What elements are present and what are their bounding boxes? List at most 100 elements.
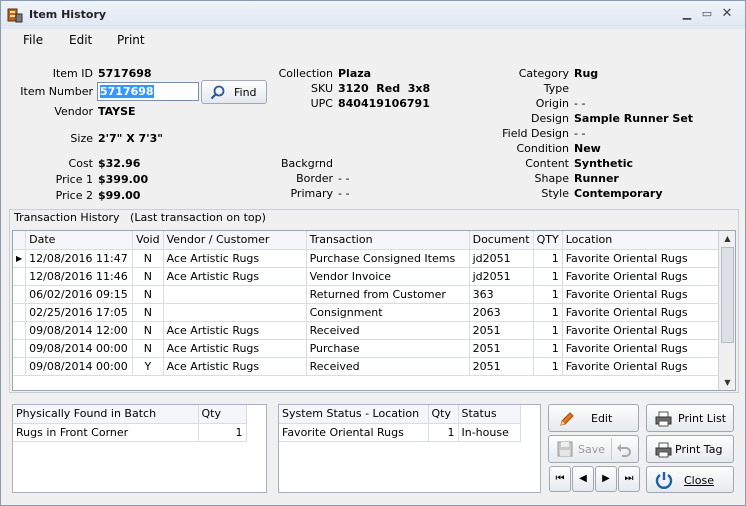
cell-void: N [132,321,164,340]
menu-file[interactable]: File [23,33,43,47]
save-button[interactable]: Save [548,435,639,463]
transaction-grid[interactable]: Date Void Vendor / Customer Transaction … [12,230,736,391]
column-header-location[interactable]: Location [562,231,729,250]
app-icon [7,8,23,23]
cell-transaction: Purchase [306,339,470,358]
column-header-transaction[interactable]: Transaction [306,231,470,250]
column-header-qty[interactable]: QTY [533,231,563,250]
table-row[interactable]: 09/08/2014 00:00 Y Ace Artistic Rugs Rec… [13,357,729,376]
cell-transaction: Vendor Invoice [306,267,470,286]
type-label: Type [543,82,569,95]
cell-qty: 1 [533,357,563,376]
content-value: Synthetic [574,157,634,170]
last-record-button[interactable]: ⏭ [618,466,640,492]
batch-panel[interactable]: Physically Found in Batch Qty Rugs in Fr… [12,404,267,493]
next-record-button[interactable]: ▶ [595,466,617,492]
cell-void: N [132,267,164,286]
cell-vendor-customer: Ace Artistic Rugs [163,321,307,340]
table-row[interactable]: 12/08/2016 11:46 N Ace Artistic Rugs Ven… [13,267,729,286]
floppy-disk-icon [557,441,573,457]
cell-date: 09/08/2014 00:00 [25,357,134,376]
column-header-system-location[interactable]: System Status - Location [279,405,429,424]
table-row[interactable]: Favorite Oriental Rugs 1 In-house [279,423,521,442]
cell-vendor-customer: Ace Artistic Rugs [163,339,307,358]
menu-edit[interactable]: Edit [69,33,92,47]
undo-icon [617,444,631,457]
cell-qty: 1 [533,321,563,340]
sku-value: 3120 Red 3x8 [338,82,431,95]
system-status-table: System Status - Location Qty Status Favo… [279,405,521,442]
table-row[interactable]: ▶ 12/08/2016 11:47 N Ace Artistic Rugs P… [13,249,729,268]
cell-qty: 1 [533,339,563,358]
cell-system-qty: 1 [428,423,459,442]
print-list-button-label: Print List [678,412,727,425]
item-number-selected-text: 5717698 [100,85,154,98]
cell-batch-qty: 1 [198,423,247,442]
table-row[interactable]: 06/02/2016 09:15 N Returned from Custome… [13,285,729,304]
first-record-button[interactable]: ⏮ [549,466,571,492]
table-row[interactable]: Rugs in Front Corner 1 [13,423,247,442]
maximize-icon: ▭ [701,7,713,20]
window-maximize-button[interactable]: ▭ [699,6,715,22]
last-icon: ⏭ [624,473,634,484]
cell-document: 2051 [469,339,534,358]
cell-transaction: Returned from Customer [306,285,470,304]
column-header-vendor-customer[interactable]: Vendor / Customer [163,231,307,250]
table-row[interactable]: 02/25/2016 17:05 N Consignment 2063 1 Fa… [13,303,729,322]
cell-void: N [132,303,164,322]
cell-vendor-customer [163,303,307,322]
scroll-up-button[interactable]: ▲ [720,231,735,246]
edit-button[interactable]: Edit [548,404,639,432]
next-icon: ▶ [602,473,610,484]
close-button[interactable]: Close [646,466,734,493]
system-status-panel[interactable]: System Status - Location Qty Status Favo… [278,404,541,493]
size-value: 2'7" X 7'3" [98,132,163,145]
column-header-physically-found[interactable]: Physically Found in Batch [13,405,199,424]
origin-value: - - [574,97,586,110]
printer-tag-icon [655,442,672,458]
cell-transaction: Consignment [306,303,470,322]
cell-void: N [132,285,164,304]
cell-location: Favorite Oriental Rugs [562,285,729,304]
print-list-button[interactable]: Print List [646,404,734,432]
window-restore-button[interactable]: ▁ [679,6,695,22]
column-header-status[interactable]: Status [458,405,521,424]
shape-label: Shape [534,172,569,185]
print-tag-button[interactable]: Print Tag [646,435,734,463]
window-close-button[interactable]: ✕ [719,6,735,22]
transaction-scrollbar[interactable]: ▲ ▼ [718,231,735,390]
scroll-thumb[interactable] [721,247,734,343]
cell-vendor-customer: Ace Artistic Rugs [163,267,307,286]
row-indicator [13,303,27,322]
border-value: - - [338,172,350,185]
cell-date: 12/08/2016 11:47 [25,249,134,268]
cell-qty: 1 [533,303,563,322]
first-icon: ⏮ [555,473,565,484]
menu-print[interactable]: Print [117,33,145,47]
cell-location: Favorite Oriental Rugs [562,249,729,268]
origin-label: Origin [535,97,569,110]
column-header-system-qty[interactable]: Qty [428,405,459,424]
style-label: Style [541,187,569,200]
previous-record-button[interactable]: ◀ [572,466,594,492]
column-header-void[interactable]: Void [132,231,164,250]
table-row[interactable]: 09/08/2014 12:00 N Ace Artistic Rugs Rec… [13,321,729,340]
scroll-down-button[interactable]: ▼ [720,375,735,390]
cell-vendor-customer [163,285,307,304]
cell-qty: 1 [533,285,563,304]
cell-document: jd2051 [469,249,534,268]
item-number-input[interactable]: 5717698 [97,82,199,101]
cell-document: 2051 [469,357,534,376]
transaction-table: Date Void Vendor / Customer Transaction … [13,231,729,376]
price2-value: $99.00 [98,189,141,202]
cell-vendor-customer: Ace Artistic Rugs [163,357,307,376]
column-header-document[interactable]: Document [469,231,534,250]
shape-value: Runner [574,172,619,185]
column-header-batch-qty[interactable]: Qty [198,405,247,424]
system-status-header-row: System Status - Location Qty Status [279,405,521,424]
design-label: Design [531,112,569,125]
column-header-date[interactable]: Date [25,231,134,250]
power-icon [655,472,673,489]
table-row[interactable]: 09/08/2014 00:00 N Ace Artistic Rugs Pur… [13,339,729,358]
menu-bar: File Edit Print [1,29,745,51]
